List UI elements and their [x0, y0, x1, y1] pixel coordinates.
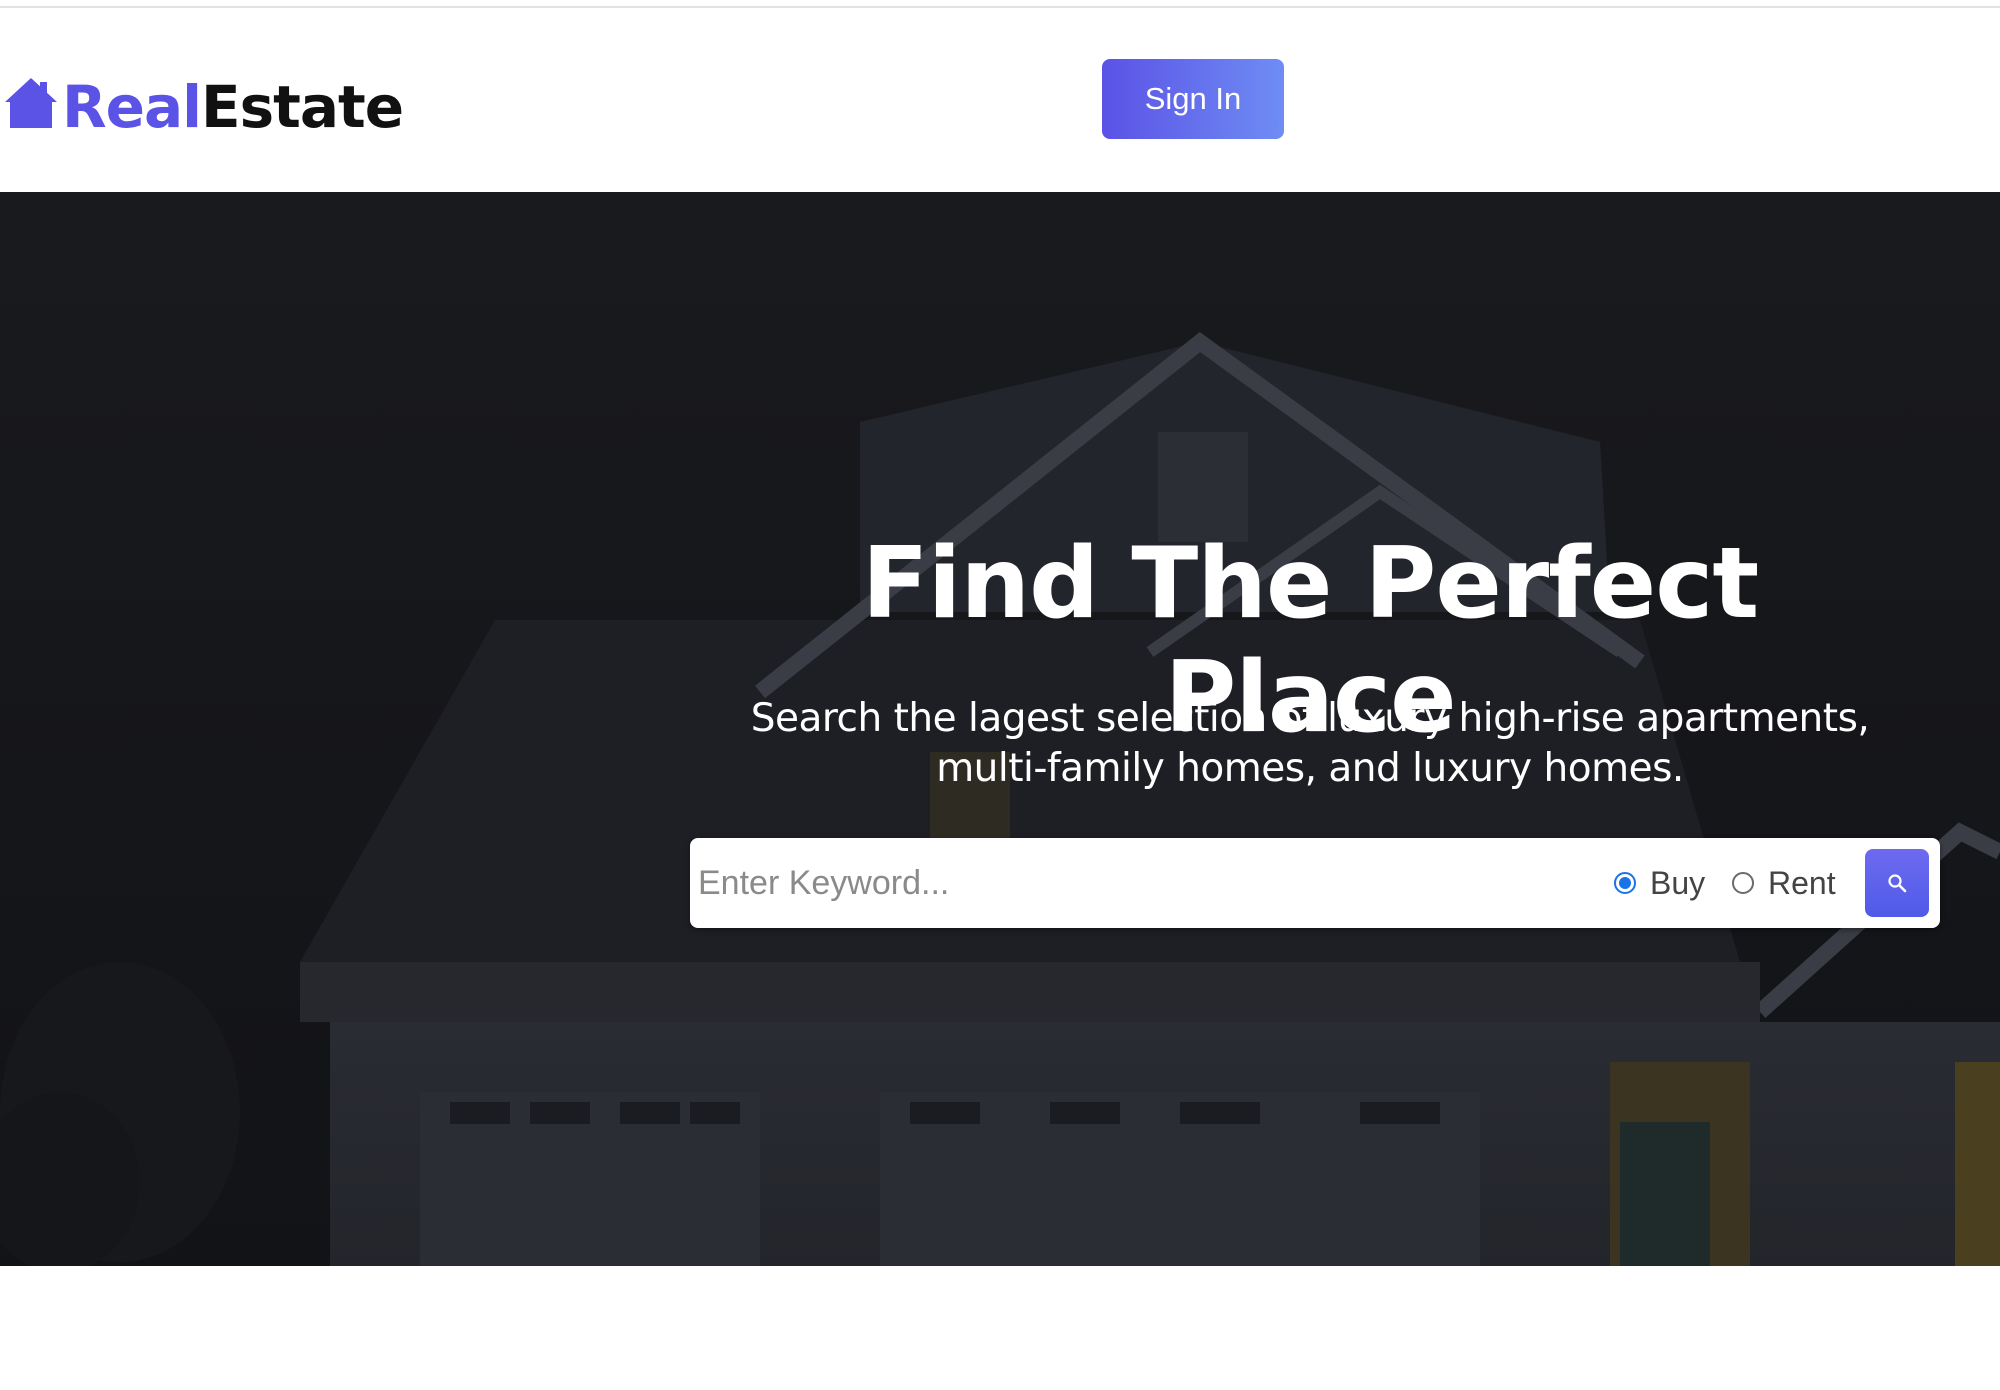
search-bar: Buy Rent — [690, 838, 1940, 928]
rent-radio-label: Rent — [1768, 864, 1836, 901]
hero-subtitle-line-1: Search the lagest selection of luxury hi… — [750, 696, 1870, 741]
brand-name-estate: Estate — [201, 73, 404, 141]
brand-logo[interactable]: RealEstate — [2, 72, 404, 142]
navbar: RealEstate Sign In — [0, 8, 2000, 192]
sign-in-button[interactable]: Sign In — [1102, 59, 1284, 139]
hero-subtitle: Search the lagest selection of luxury hi… — [700, 694, 1920, 794]
rent-radio-option[interactable]: Rent — [1732, 860, 1836, 906]
buy-radio-option[interactable]: Buy — [1614, 860, 1705, 906]
buy-radio-button[interactable] — [1614, 872, 1636, 894]
search-icon — [1888, 874, 1907, 893]
brand-name-real: Real — [62, 73, 202, 141]
brand-name: RealEstate — [62, 72, 404, 142]
rent-radio-button[interactable] — [1732, 872, 1754, 894]
search-button[interactable] — [1865, 849, 1929, 917]
hero-section: Find The Perfect Place Search the lagest… — [0, 192, 2000, 1266]
buy-radio-label: Buy — [1650, 864, 1706, 901]
keyword-search-input[interactable] — [698, 850, 1578, 916]
hero-subtitle-line-2: multi-family homes, and luxury homes. — [936, 746, 1684, 791]
house-icon — [5, 78, 57, 128]
